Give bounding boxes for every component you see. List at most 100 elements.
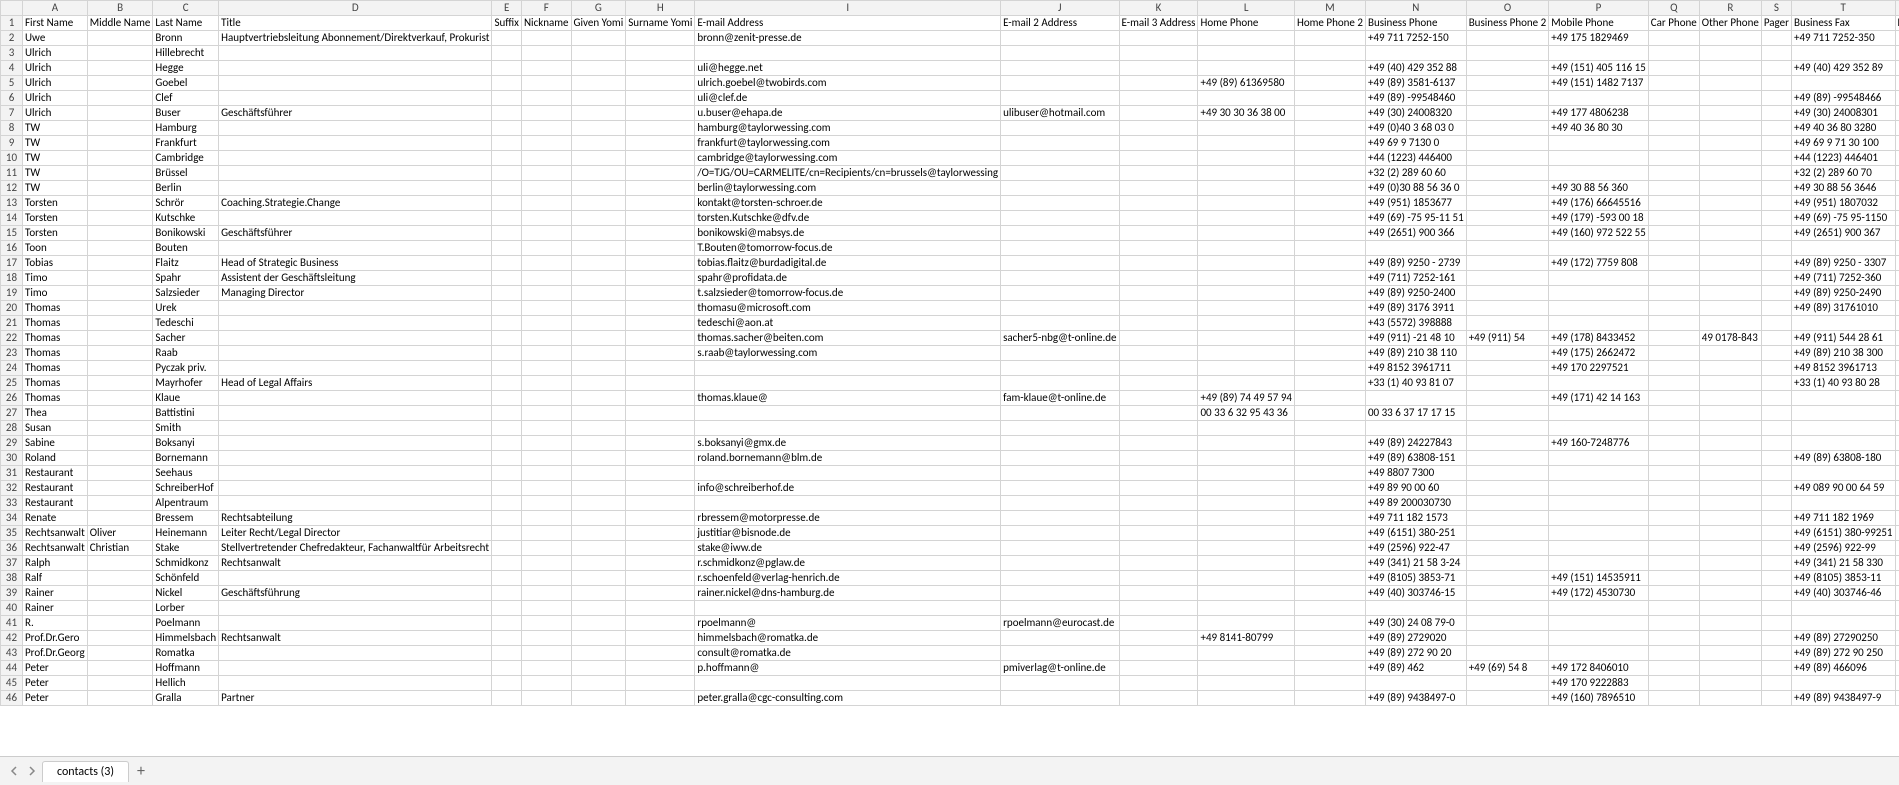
- data-cell[interactable]: [1549, 526, 1649, 541]
- data-cell[interactable]: [1648, 661, 1699, 676]
- row-header[interactable]: 2: [1, 31, 23, 46]
- data-cell[interactable]: [1294, 136, 1365, 151]
- row-header[interactable]: 13: [1, 196, 23, 211]
- data-cell[interactable]: [1895, 151, 1899, 166]
- data-cell[interactable]: +49 (89) 3176 3911: [1365, 301, 1466, 316]
- data-cell[interactable]: [87, 676, 153, 691]
- column-header[interactable]: I: [695, 1, 1001, 16]
- data-cell[interactable]: [1648, 481, 1699, 496]
- data-cell[interactable]: [1198, 661, 1295, 676]
- data-cell[interactable]: [695, 361, 1001, 376]
- data-cell[interactable]: [626, 76, 695, 91]
- data-cell[interactable]: [1895, 106, 1899, 121]
- row-header[interactable]: 28: [1, 421, 23, 436]
- data-cell[interactable]: +49 (89) 2729020: [1365, 631, 1466, 646]
- data-cell[interactable]: [571, 661, 626, 676]
- data-cell[interactable]: [1294, 91, 1365, 106]
- row-header[interactable]: 39: [1, 586, 23, 601]
- data-cell[interactable]: [521, 196, 571, 211]
- data-cell[interactable]: +49 (8105) 3853-71: [1365, 571, 1466, 586]
- header-cell[interactable]: Pager: [1761, 16, 1791, 31]
- column-header[interactable]: M: [1294, 1, 1365, 16]
- data-cell[interactable]: [1466, 256, 1549, 271]
- data-cell[interactable]: [1294, 481, 1365, 496]
- data-cell[interactable]: [1549, 601, 1649, 616]
- data-cell[interactable]: [521, 376, 571, 391]
- data-cell[interactable]: [1648, 286, 1699, 301]
- data-cell[interactable]: [1466, 106, 1549, 121]
- data-cell[interactable]: [1001, 496, 1119, 511]
- data-cell[interactable]: +33 (1) 40 93 81 07: [1365, 376, 1466, 391]
- data-cell[interactable]: +49 (8105) 3853-11: [1791, 571, 1895, 586]
- data-cell[interactable]: [87, 571, 153, 586]
- data-cell[interactable]: [1699, 571, 1761, 586]
- data-cell[interactable]: [219, 301, 492, 316]
- data-cell[interactable]: [1699, 196, 1761, 211]
- data-cell[interactable]: [1466, 361, 1549, 376]
- data-cell[interactable]: +49 (89) 9438497-9: [1791, 691, 1895, 706]
- data-cell[interactable]: Berlin: [153, 181, 219, 196]
- data-cell[interactable]: [1699, 361, 1761, 376]
- data-cell[interactable]: [1119, 691, 1198, 706]
- data-cell[interactable]: [1895, 241, 1899, 256]
- data-cell[interactable]: [626, 376, 695, 391]
- data-cell[interactable]: Restaurant: [23, 496, 88, 511]
- data-cell[interactable]: [219, 646, 492, 661]
- data-cell[interactable]: [1895, 121, 1899, 136]
- data-cell[interactable]: [1001, 556, 1119, 571]
- data-cell[interactable]: [1895, 391, 1899, 406]
- data-cell[interactable]: [1119, 106, 1198, 121]
- header-cell[interactable]: Title: [219, 16, 492, 31]
- data-cell[interactable]: [626, 106, 695, 121]
- data-cell[interactable]: [1119, 361, 1198, 376]
- data-cell[interactable]: [1198, 361, 1295, 376]
- data-cell[interactable]: Geschäftsführung: [219, 586, 492, 601]
- row-header[interactable]: 38: [1, 571, 23, 586]
- data-cell[interactable]: [1648, 601, 1699, 616]
- data-cell[interactable]: +49 (711) 7252-360: [1791, 271, 1895, 286]
- data-cell[interactable]: [695, 601, 1001, 616]
- data-cell[interactable]: [1761, 466, 1791, 481]
- data-cell[interactable]: TW: [23, 136, 88, 151]
- data-cell[interactable]: +49 8152 3961713: [1791, 361, 1895, 376]
- data-cell[interactable]: [1119, 466, 1198, 481]
- data-cell[interactable]: [626, 661, 695, 676]
- data-cell[interactable]: Hauptvertriebsleitung Abonnement/Direktv…: [219, 31, 492, 46]
- data-cell[interactable]: [695, 46, 1001, 61]
- data-cell[interactable]: [1895, 421, 1899, 436]
- data-cell[interactable]: [219, 451, 492, 466]
- data-cell[interactable]: Partner: [219, 691, 492, 706]
- data-cell[interactable]: [1466, 376, 1549, 391]
- data-cell[interactable]: [219, 436, 492, 451]
- data-cell[interactable]: Hoffmann: [153, 661, 219, 676]
- header-cell[interactable]: Mobile Phone: [1549, 16, 1649, 31]
- data-cell[interactable]: Rechtsanwalt: [219, 556, 492, 571]
- data-cell[interactable]: [1198, 226, 1295, 241]
- data-cell[interactable]: [492, 376, 521, 391]
- data-cell[interactable]: [492, 616, 521, 631]
- data-cell[interactable]: [1699, 181, 1761, 196]
- data-cell[interactable]: [1119, 451, 1198, 466]
- data-cell[interactable]: Romatka: [153, 646, 219, 661]
- data-cell[interactable]: [1549, 451, 1649, 466]
- data-cell[interactable]: [1119, 316, 1198, 331]
- data-cell[interactable]: [1648, 466, 1699, 481]
- data-cell[interactable]: [626, 391, 695, 406]
- data-cell[interactable]: [87, 46, 153, 61]
- data-cell[interactable]: +49 160-7248776: [1549, 436, 1649, 451]
- data-cell[interactable]: [1648, 331, 1699, 346]
- data-cell[interactable]: Gralla: [153, 691, 219, 706]
- data-cell[interactable]: Prof.Dr.Georg: [23, 646, 88, 661]
- data-cell[interactable]: [571, 601, 626, 616]
- data-cell[interactable]: [521, 481, 571, 496]
- data-cell[interactable]: [1761, 31, 1791, 46]
- data-cell[interactable]: +49 (0)40 3 68 03 0: [1365, 121, 1466, 136]
- data-cell[interactable]: [492, 121, 521, 136]
- row-header[interactable]: 11: [1, 166, 23, 181]
- data-cell[interactable]: [1198, 541, 1295, 556]
- data-cell[interactable]: [1895, 211, 1899, 226]
- data-cell[interactable]: [1466, 421, 1549, 436]
- data-cell[interactable]: [1119, 226, 1198, 241]
- data-cell[interactable]: [1001, 601, 1119, 616]
- header-cell[interactable]: Surname Yomi: [626, 16, 695, 31]
